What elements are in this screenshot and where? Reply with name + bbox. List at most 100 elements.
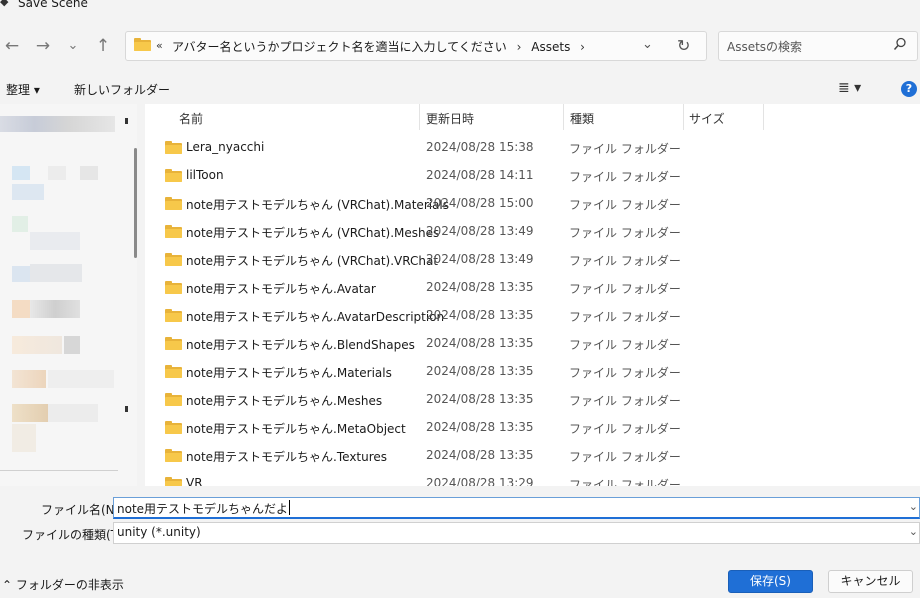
- nav-item-blurred[interactable]: [12, 216, 28, 232]
- nav-item-blurred[interactable]: [12, 404, 48, 422]
- folder-icon: [165, 477, 182, 486]
- file-name[interactable]: note用テストモデルちゃん (VRChat).Materials: [186, 196, 449, 213]
- up-folder-icon[interactable]: ↑: [91, 34, 115, 58]
- file-name[interactable]: note用テストモデルちゃん.AvatarDescription: [186, 308, 444, 325]
- back-icon[interactable]: ←: [0, 34, 24, 58]
- folder-row[interactable]: note用テストモデルちゃん (VRChat).Meshes 2024/08/28…: [145, 218, 920, 246]
- folder-row[interactable]: VR 2024/08/28 13:29 ファイル フォルダー: [145, 470, 920, 486]
- filename-value[interactable]: note用テストモデルちゃんだよ: [117, 500, 288, 517]
- search-icon[interactable]: [893, 37, 907, 51]
- new-folder-button[interactable]: 新しいフォルダー: [74, 81, 170, 98]
- file-date: 2024/08/28 13:35: [426, 364, 534, 378]
- nav-scroll-up-icon[interactable]: [125, 118, 128, 124]
- nav-item-blurred[interactable]: [48, 370, 114, 388]
- breadcrumb-separator-icon: ›: [516, 40, 522, 54]
- breadcrumb-assets[interactable]: Assets: [531, 40, 570, 54]
- nav-item-blurred[interactable]: [12, 370, 46, 388]
- nav-item-blurred[interactable]: [12, 184, 44, 200]
- filetype-value[interactable]: unity (*.unity): [117, 525, 201, 539]
- file-name[interactable]: note用テストモデルちゃん.BlendShapes: [186, 336, 415, 353]
- nav-item-blurred[interactable]: [0, 116, 115, 132]
- nav-item-blurred[interactable]: [48, 166, 66, 180]
- navigation-pane[interactable]: [0, 104, 137, 486]
- column-header-type[interactable]: 種類: [570, 110, 594, 127]
- filetype-select[interactable]: unity (*.unity) ⌄: [113, 522, 920, 544]
- file-name[interactable]: VR: [186, 476, 203, 486]
- file-date: 2024/08/28 14:11: [426, 168, 534, 182]
- file-name[interactable]: note用テストモデルちゃん (VRChat).VRChat: [186, 252, 438, 269]
- column-divider[interactable]: [563, 104, 564, 130]
- cancel-button[interactable]: キャンセル: [828, 570, 913, 593]
- address-bar[interactable]: « アバター名というかプロジェクト名を適当に入力してください › Assets …: [125, 31, 707, 61]
- nav-item-blurred[interactable]: [64, 336, 80, 354]
- view-options-icon[interactable]: ≣ ▾: [838, 80, 861, 96]
- filename-dropdown-icon[interactable]: ⌄: [909, 500, 918, 513]
- search-box[interactable]: Assetsの検索: [718, 31, 918, 61]
- folder-row[interactable]: note用テストモデルちゃん.MetaObject 2024/08/28 13:3…: [145, 414, 920, 442]
- file-date: 2024/08/28 13:35: [426, 280, 534, 294]
- folder-row[interactable]: note用テストモデルちゃん (VRChat).Materials 2024/08…: [145, 190, 920, 218]
- file-name[interactable]: note用テストモデルちゃん.Textures: [186, 448, 387, 465]
- column-divider[interactable]: [763, 104, 764, 130]
- refresh-icon[interactable]: ↻: [677, 36, 690, 55]
- folder-row[interactable]: lilToon 2024/08/28 14:11 ファイル フォルダー: [145, 162, 920, 190]
- folder-row[interactable]: Lera_nyacchi 2024/08/28 15:38 ファイル フォルダー: [145, 134, 920, 162]
- folder-row[interactable]: note用テストモデルちゃん.Meshes 2024/08/28 13:35 ファイ…: [145, 386, 920, 414]
- column-divider[interactable]: [683, 104, 684, 130]
- folder-icon: [165, 365, 182, 378]
- file-type: ファイル フォルダー: [569, 170, 681, 184]
- nav-item-blurred[interactable]: [12, 300, 30, 318]
- folder-row[interactable]: note用テストモデルちゃん.AvatarDescription 2024/08/…: [145, 302, 920, 330]
- save-button[interactable]: 保存(S): [728, 570, 813, 593]
- search-input[interactable]: Assetsの検索: [727, 38, 802, 55]
- chevron-up-icon: ⌃: [2, 578, 13, 592]
- column-header-date[interactable]: 更新日時: [426, 110, 474, 127]
- file-name[interactable]: note用テストモデルちゃん.Avatar: [186, 280, 376, 297]
- file-name[interactable]: note用テストモデルちゃん.Meshes: [186, 392, 382, 409]
- recent-locations-icon[interactable]: ⌄: [61, 34, 85, 58]
- file-type: ファイル フォルダー: [569, 142, 681, 156]
- file-list[interactable]: ^ 名前 更新日時 種類 サイズ Lera_nyacchi 2024/08/28 …: [145, 104, 920, 486]
- folder-row[interactable]: note用テストモデルちゃん.Textures 2024/08/28 13:35 フ…: [145, 442, 920, 470]
- breadcrumb-overflow-icon[interactable]: «: [156, 39, 163, 52]
- file-name[interactable]: lilToon: [186, 168, 224, 182]
- hide-folders-toggle[interactable]: ⌃ フォルダーの非表示: [2, 576, 124, 593]
- filename-field[interactable]: note用テストモデルちゃんだよ ⌄: [113, 497, 920, 519]
- nav-item-blurred[interactable]: [12, 424, 36, 452]
- file-name[interactable]: Lera_nyacchi: [186, 140, 264, 154]
- breadcrumb-project[interactable]: アバター名というかプロジェクト名を適当に入力してください › Assets ›: [172, 38, 585, 55]
- breadcrumb-project-label[interactable]: アバター名というかプロジェクト名を適当に入力してください: [172, 40, 507, 54]
- file-name[interactable]: note用テストモデルちゃん (VRChat).Meshes: [186, 224, 439, 241]
- organize-menu-button[interactable]: 整理 ▾: [6, 81, 40, 98]
- nav-item-blurred[interactable]: [12, 336, 62, 354]
- address-dropdown-icon[interactable]: ⌄: [642, 37, 653, 52]
- column-divider[interactable]: [419, 104, 420, 130]
- nav-item-blurred[interactable]: [30, 264, 82, 282]
- hide-folders-label: フォルダーの非表示: [15, 578, 124, 592]
- folder-icon: [165, 281, 182, 294]
- file-name[interactable]: note用テストモデルちゃん.MetaObject: [186, 420, 406, 437]
- folder-icon: [165, 225, 182, 238]
- folder-icon: [165, 337, 182, 350]
- folder-row[interactable]: note用テストモデルちゃん.Avatar 2024/08/28 13:35 ファイ…: [145, 274, 920, 302]
- nav-scrollbar[interactable]: [134, 148, 137, 258]
- forward-icon[interactable]: →: [31, 34, 55, 58]
- folder-row[interactable]: note用テストモデルちゃん.BlendShapes 2024/08/28 13:…: [145, 330, 920, 358]
- column-header-name[interactable]: 名前: [179, 110, 203, 127]
- nav-item-blurred[interactable]: [48, 404, 98, 422]
- folder-row[interactable]: note用テストモデルちゃん.Materials 2024/08/28 13:35…: [145, 358, 920, 386]
- nav-item-blurred[interactable]: [80, 166, 98, 180]
- folder-row[interactable]: note用テストモデルちゃん (VRChat).VRChat 2024/08/28…: [145, 246, 920, 274]
- file-name[interactable]: note用テストモデルちゃん.Materials: [186, 364, 392, 381]
- file-date: 2024/08/28 13:49: [426, 252, 534, 266]
- help-icon[interactable]: ?: [901, 81, 917, 97]
- file-type: ファイル フォルダー: [569, 254, 681, 268]
- folder-icon: [165, 309, 182, 322]
- column-header-size[interactable]: サイズ: [689, 110, 725, 127]
- nav-item-blurred[interactable]: [12, 166, 30, 180]
- nav-item-blurred[interactable]: [12, 266, 30, 282]
- nav-item-blurred[interactable]: [30, 300, 80, 318]
- filetype-dropdown-icon[interactable]: ⌄: [909, 525, 918, 538]
- nav-scroll-down-icon[interactable]: [125, 406, 128, 412]
- nav-item-blurred[interactable]: [30, 232, 80, 250]
